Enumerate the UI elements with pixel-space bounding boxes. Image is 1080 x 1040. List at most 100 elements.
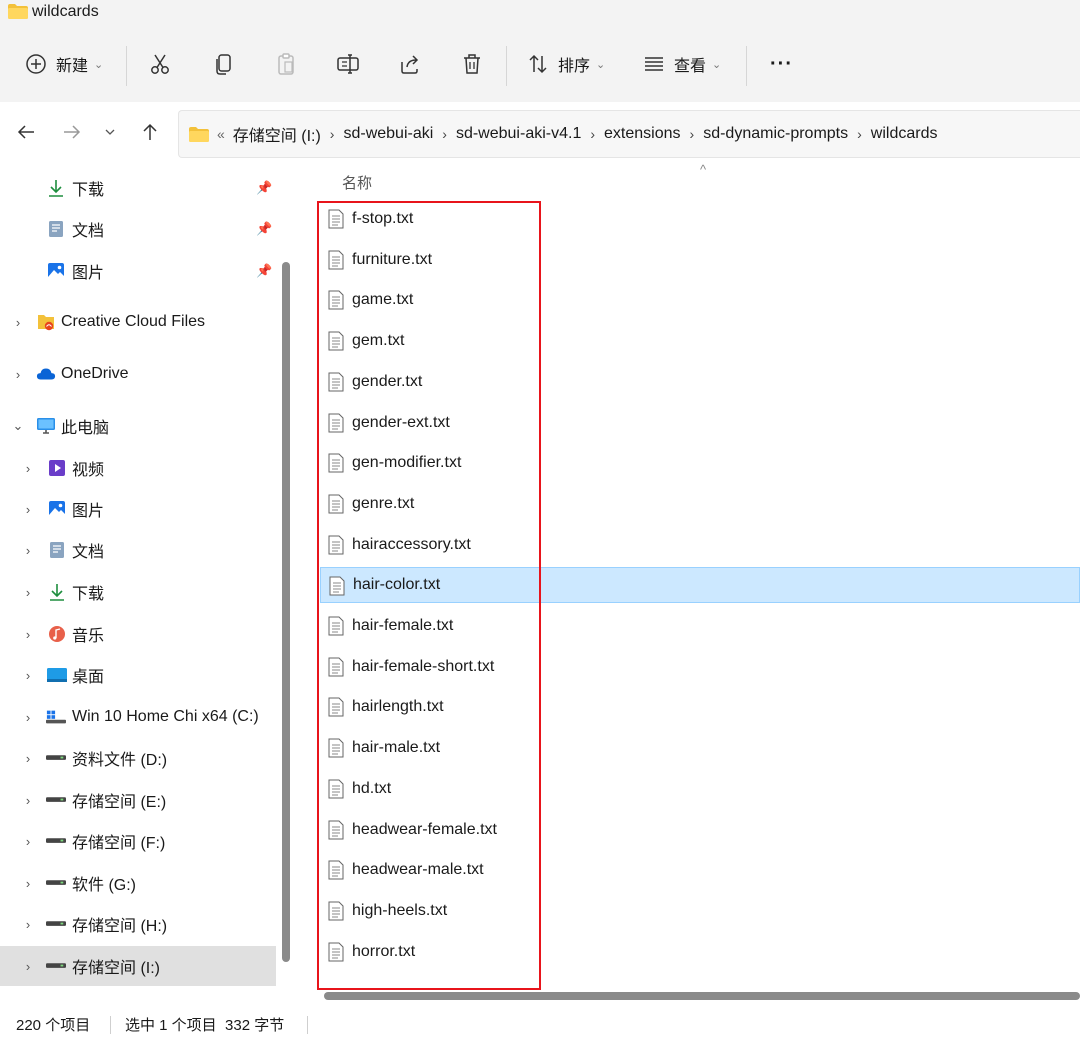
text-file-icon [328, 413, 344, 433]
toolbar-divider [746, 46, 747, 86]
chevron-right-icon[interactable]: › [22, 793, 34, 808]
cut-button[interactable] [146, 26, 174, 102]
rename-button[interactable] [334, 26, 362, 102]
breadcrumb-item-current[interactable]: wildcards [871, 125, 938, 143]
sidebar-item-drive-f[interactable]: › 存储空间 (F:) [0, 821, 276, 861]
chevron-right-icon[interactable]: › [22, 668, 34, 683]
sidebar-item-videos[interactable]: › 视频 [0, 448, 276, 488]
chevron-right-icon[interactable]: › [22, 917, 34, 932]
breadcrumb-item[interactable]: sd-dynamic-prompts [703, 125, 848, 143]
file-row[interactable]: hair-female.txt [320, 608, 1080, 644]
file-row[interactable]: hairlength.txt [320, 689, 1080, 725]
file-row[interactable]: headwear-male.txt [320, 852, 1080, 888]
forward-button[interactable] [58, 118, 86, 146]
file-row[interactable]: hair-color.txt [320, 567, 1080, 603]
chevron-right-icon[interactable]: › [22, 876, 34, 891]
address-bar[interactable]: « 存储空间 (I:) › sd-webui-aki › sd-webui-ak… [178, 110, 1080, 158]
file-row[interactable]: gender.txt [320, 364, 1080, 400]
sidebar-item-drive-d[interactable]: › 资料文件 (D:) [0, 738, 276, 778]
chevron-right-icon[interactable]: › [22, 502, 34, 517]
file-row[interactable]: headwear-female.txt [320, 812, 1080, 848]
file-row[interactable]: gen-modifier.txt [320, 445, 1080, 481]
chevron-right-icon[interactable]: › [22, 585, 34, 600]
file-list: ^ 名称 f-stop.txt furniture.txt game.txt gem.… [302, 162, 1080, 1002]
file-row[interactable]: hair-male.txt [320, 730, 1080, 766]
sidebar-scrollbar[interactable] [282, 262, 290, 962]
chevron-right-icon[interactable]: › [12, 315, 24, 330]
pin-icon[interactable]: 📌 [256, 221, 272, 237]
column-header-name[interactable]: 名称 [342, 172, 372, 193]
chevron-right-icon[interactable]: › [12, 367, 24, 382]
breadcrumb-item[interactable]: sd-webui-aki-v4.1 [456, 125, 581, 143]
sidebar-item-label: 文档 [72, 544, 105, 561]
creative-cloud-folder-icon [36, 312, 56, 332]
file-row[interactable]: genre.txt [320, 486, 1080, 522]
desktop-icon [47, 665, 67, 685]
breadcrumb-separator[interactable]: › [442, 126, 447, 142]
sidebar-item-creative-cloud[interactable]: › Creative Cloud Files [0, 302, 276, 342]
delete-button[interactable] [458, 26, 486, 102]
sidebar-item-pictures[interactable]: 图片 📌 [0, 251, 276, 291]
sidebar-item-drive-i[interactable]: › 存储空间 (I:) [0, 946, 276, 986]
documents-icon [47, 540, 67, 560]
new-button[interactable]: 新建 ⌄ [22, 26, 103, 102]
recent-locations-button[interactable] [96, 118, 124, 146]
chevron-right-icon[interactable]: › [22, 627, 34, 642]
sort-button[interactable]: 排序 ⌄ [524, 26, 605, 102]
file-row[interactable]: gem.txt [320, 323, 1080, 359]
status-divider [307, 1016, 308, 1034]
chevron-right-icon[interactable]: › [22, 751, 34, 766]
file-row[interactable]: gender-ext.txt [320, 405, 1080, 441]
sidebar-item-documents[interactable]: 文档 📌 [0, 209, 276, 249]
file-row[interactable]: hd.txt [320, 771, 1080, 807]
file-row[interactable]: hair-female-short.txt [320, 649, 1080, 685]
chevron-right-icon[interactable]: › [22, 959, 34, 974]
horizontal-scrollbar[interactable] [324, 992, 1080, 1000]
sidebar-item-drive-e[interactable]: › 存储空间 (E:) [0, 780, 276, 820]
sidebar-item-drive-c[interactable]: › Win 10 Home Chi x64 (C:) [0, 697, 276, 737]
chevron-right-icon[interactable]: › [22, 543, 34, 558]
sidebar-item-music[interactable]: › 音乐 [0, 614, 276, 654]
sidebar-item-downloads[interactable]: › 下载 [0, 572, 276, 612]
share-icon [396, 50, 424, 78]
breadcrumb-overflow[interactable]: « [217, 126, 225, 142]
sidebar-item-onedrive[interactable]: › OneDrive [0, 354, 276, 394]
file-row[interactable]: f-stop.txt [320, 201, 1080, 237]
view-button[interactable]: 查看 ⌄ [640, 26, 721, 102]
sidebar-item-documents[interactable]: › 文档 [0, 530, 276, 570]
breadcrumb-separator[interactable]: › [690, 126, 695, 142]
sidebar-item-this-pc[interactable]: ⌄ 此电脑 [0, 406, 276, 446]
pin-icon[interactable]: 📌 [256, 263, 272, 279]
pin-icon[interactable]: 📌 [256, 180, 272, 196]
breadcrumb-separator[interactable]: › [330, 126, 335, 142]
file-row[interactable]: high-heels.txt [320, 893, 1080, 929]
breadcrumb-separator[interactable]: › [857, 126, 862, 142]
chevron-right-icon[interactable]: › [22, 461, 34, 476]
file-name: hair-female-short.txt [352, 658, 495, 675]
share-button[interactable] [396, 26, 424, 102]
copy-button[interactable] [210, 26, 238, 102]
file-row[interactable]: horror.txt [320, 934, 1080, 970]
sidebar-item-drive-g[interactable]: › 软件 (G:) [0, 863, 276, 903]
up-button[interactable] [136, 118, 164, 146]
sidebar-item-drive-h[interactable]: › 存储空间 (H:) [0, 904, 276, 944]
clipboard-icon [272, 50, 300, 78]
text-file-icon [329, 576, 345, 596]
more-options-button[interactable]: ··· [764, 26, 793, 102]
breadcrumb-item[interactable]: extensions [604, 125, 681, 143]
sidebar-item-downloads[interactable]: 下载 📌 [0, 168, 276, 208]
breadcrumb-separator[interactable]: › [590, 126, 595, 142]
file-row[interactable]: game.txt [320, 282, 1080, 318]
breadcrumb-item[interactable]: sd-webui-aki [343, 125, 433, 143]
breadcrumb-item[interactable]: 存储空间 (I:) [233, 122, 321, 146]
sidebar-item-pictures[interactable]: › 图片 [0, 489, 276, 529]
chevron-down-icon[interactable]: ⌄ [12, 418, 24, 434]
chevron-right-icon[interactable]: › [22, 834, 34, 849]
chevron-right-icon[interactable]: › [22, 710, 34, 725]
file-row[interactable]: furniture.txt [320, 242, 1080, 278]
back-button[interactable] [12, 118, 40, 146]
paste-button[interactable] [272, 26, 300, 102]
sidebar-item-desktop[interactable]: › 桌面 [0, 655, 276, 695]
text-file-icon [328, 209, 344, 229]
file-row[interactable]: hairaccessory.txt [320, 527, 1080, 563]
